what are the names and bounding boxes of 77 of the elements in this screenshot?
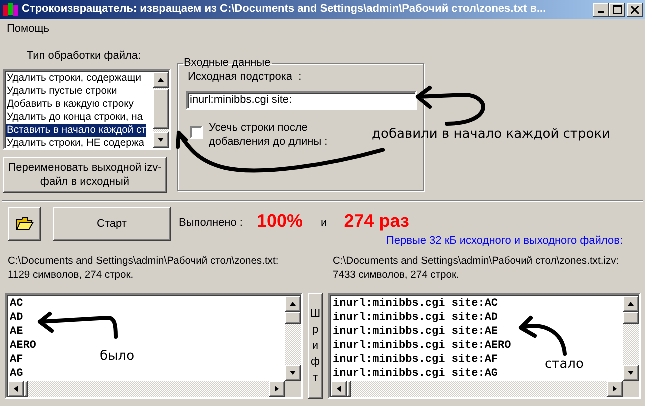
close-button[interactable] xyxy=(627,2,643,16)
count-value: 274 раз xyxy=(344,211,410,232)
font-button[interactable]: Шрифт xyxy=(308,293,323,399)
text-line: inurl:minibbs.cgi site:AD xyxy=(333,311,498,325)
file-stats: 7433 символов, 274 строк. xyxy=(333,269,460,283)
up-arrow-icon xyxy=(627,300,635,308)
progress-text: и xyxy=(321,217,328,229)
text-line: inurl:minibbs.cgi site:AE xyxy=(333,325,498,339)
folder-icon xyxy=(16,216,34,232)
checkbox-label: Усечь строки после добавления до длины : xyxy=(209,121,329,149)
list-item[interactable]: Удалить до конца строки, на xyxy=(6,111,143,124)
text-line: inurl:minibbs.cgi site:AG xyxy=(333,367,498,381)
annotation-text: стало xyxy=(545,357,584,372)
checkbox[interactable] xyxy=(190,126,203,139)
scroll-thumb[interactable] xyxy=(285,312,301,324)
group-label: Тип обработки файла: xyxy=(26,49,142,64)
maximize-icon xyxy=(612,5,622,14)
text-line: AC xyxy=(10,297,24,311)
hand-drawn-arrow xyxy=(416,86,486,126)
text-line: AG xyxy=(10,367,24,381)
right-arrow-icon xyxy=(611,385,619,393)
text-line: AE xyxy=(10,325,24,339)
field-label: Исходная подстрока : xyxy=(188,71,303,83)
list-item[interactable]: Удалить пустые строки xyxy=(6,85,118,98)
annotation-text: добавили в начало каждой строки xyxy=(372,127,611,142)
window-title: Строкоизвращатель: извращаем из C:\Documents and Settings\admin\Рабочий стол\zones.txt в... xyxy=(22,2,548,17)
file-stats: 1129 символов, 274 строк. xyxy=(8,269,135,283)
down-arrow-icon xyxy=(157,136,165,144)
up-arrow-icon xyxy=(289,300,297,308)
up-arrow-icon xyxy=(157,76,165,84)
scroll-right-button[interactable] xyxy=(269,381,285,397)
down-arrow-icon xyxy=(289,369,297,377)
down-arrow-icon xyxy=(627,369,635,377)
text-line: inurl:minibbs.cgi site:AC xyxy=(333,297,498,311)
scrollbar-corner xyxy=(285,381,301,397)
text-line: inurl:minibbs.cgi site:AERO xyxy=(333,339,512,353)
text-line: AERO xyxy=(10,339,36,353)
group-title: Входные данные xyxy=(183,57,272,69)
annotation-text: было xyxy=(100,349,135,364)
preview-note: Первые 32 кБ исходного и выходного файлов: xyxy=(385,235,624,249)
list-item[interactable]: Удалить строки, содержащи xyxy=(6,72,142,85)
rename-button[interactable]: Переименовать выходной izv-файл в исходный xyxy=(3,157,167,193)
scroll-thumb[interactable] xyxy=(623,312,639,324)
start-button[interactable]: Старт xyxy=(53,207,171,241)
scroll-down-button[interactable] xyxy=(623,365,639,381)
input-field[interactable]: inurl:minibbs.cgi site: xyxy=(186,91,417,110)
scroll-down-button[interactable] xyxy=(285,365,301,381)
file-path: C:\Documents and Settings\admin\Рабочий стол\zones.txt.izv: xyxy=(333,255,620,269)
scroll-thumb[interactable] xyxy=(24,381,28,397)
hand-drawn-arrow xyxy=(519,316,567,356)
percent-value: 100% xyxy=(257,211,304,232)
scroll-down-button[interactable] xyxy=(153,132,169,148)
list-item[interactable]: Вставить в начало каждой ст xyxy=(6,124,146,137)
app-logo-icon xyxy=(3,2,19,18)
left-arrow-icon xyxy=(335,385,343,393)
file-path: C:\Documents and Settings\admin\Рабочий стол\zones.txt: xyxy=(8,255,280,269)
maximize-button[interactable] xyxy=(609,2,625,16)
scroll-up-button[interactable] xyxy=(285,296,301,312)
menu-item[interactable]: Помощь xyxy=(3,22,54,34)
text-line: AF xyxy=(10,353,24,367)
open-file-button[interactable] xyxy=(8,207,41,241)
close-icon xyxy=(631,6,639,14)
list-item[interactable]: Удалить строки, НЕ содержа xyxy=(6,137,144,148)
minimize-button[interactable] xyxy=(593,2,609,16)
scroll-left-button[interactable] xyxy=(331,381,347,397)
text-line: inurl:minibbs.cgi site:AF xyxy=(333,353,498,367)
scroll-left-button[interactable] xyxy=(8,381,24,397)
scroll-right-button[interactable] xyxy=(607,381,623,397)
scrollbar-corner xyxy=(623,381,639,397)
scroll-up-button[interactable] xyxy=(623,296,639,312)
list-item[interactable]: Добавить в каждую строку xyxy=(6,98,134,111)
progress-label: Выполнено : xyxy=(179,217,243,229)
scroll-up-button[interactable] xyxy=(153,72,169,88)
left-arrow-icon xyxy=(12,385,20,393)
right-arrow-icon xyxy=(273,385,281,393)
scroll-thumb[interactable] xyxy=(347,381,351,397)
text-line: AD xyxy=(10,311,24,325)
